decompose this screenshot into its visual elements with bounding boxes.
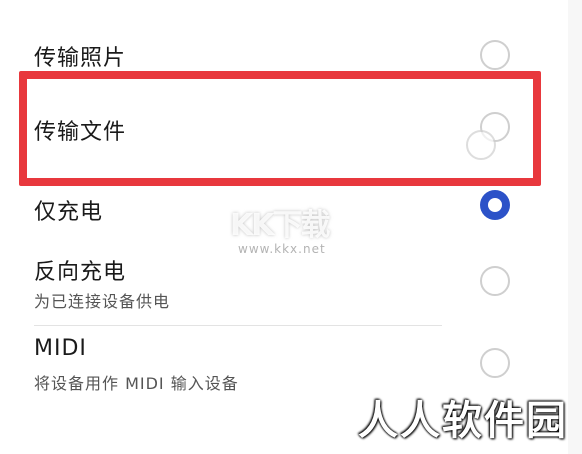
option-title: 仅充电: [34, 200, 104, 225]
radio-charge-only[interactable]: [480, 190, 510, 220]
radio-reverse-charge[interactable]: [480, 266, 510, 296]
watermark-url: www.kkx.net: [238, 242, 326, 256]
option-subtitle: 为已连接设备供电: [34, 292, 171, 311]
highlight-frame: [19, 71, 541, 186]
option-title: MIDI: [34, 336, 87, 361]
option-title: 传输照片: [34, 46, 127, 71]
watermark-site: 人人软件园: [358, 398, 568, 444]
radio-transfer-photos[interactable]: [480, 40, 510, 70]
option-title: 反向充电: [34, 260, 127, 285]
option-subtitle: 将设备用作 MIDI 输入设备: [34, 374, 239, 393]
divider: [34, 325, 442, 326]
radio-midi[interactable]: [480, 348, 510, 378]
watermark-logo: KK下载: [230, 208, 330, 243]
option-reverse-charge[interactable]: 反向充电 为已连接设备供电: [0, 252, 582, 322]
